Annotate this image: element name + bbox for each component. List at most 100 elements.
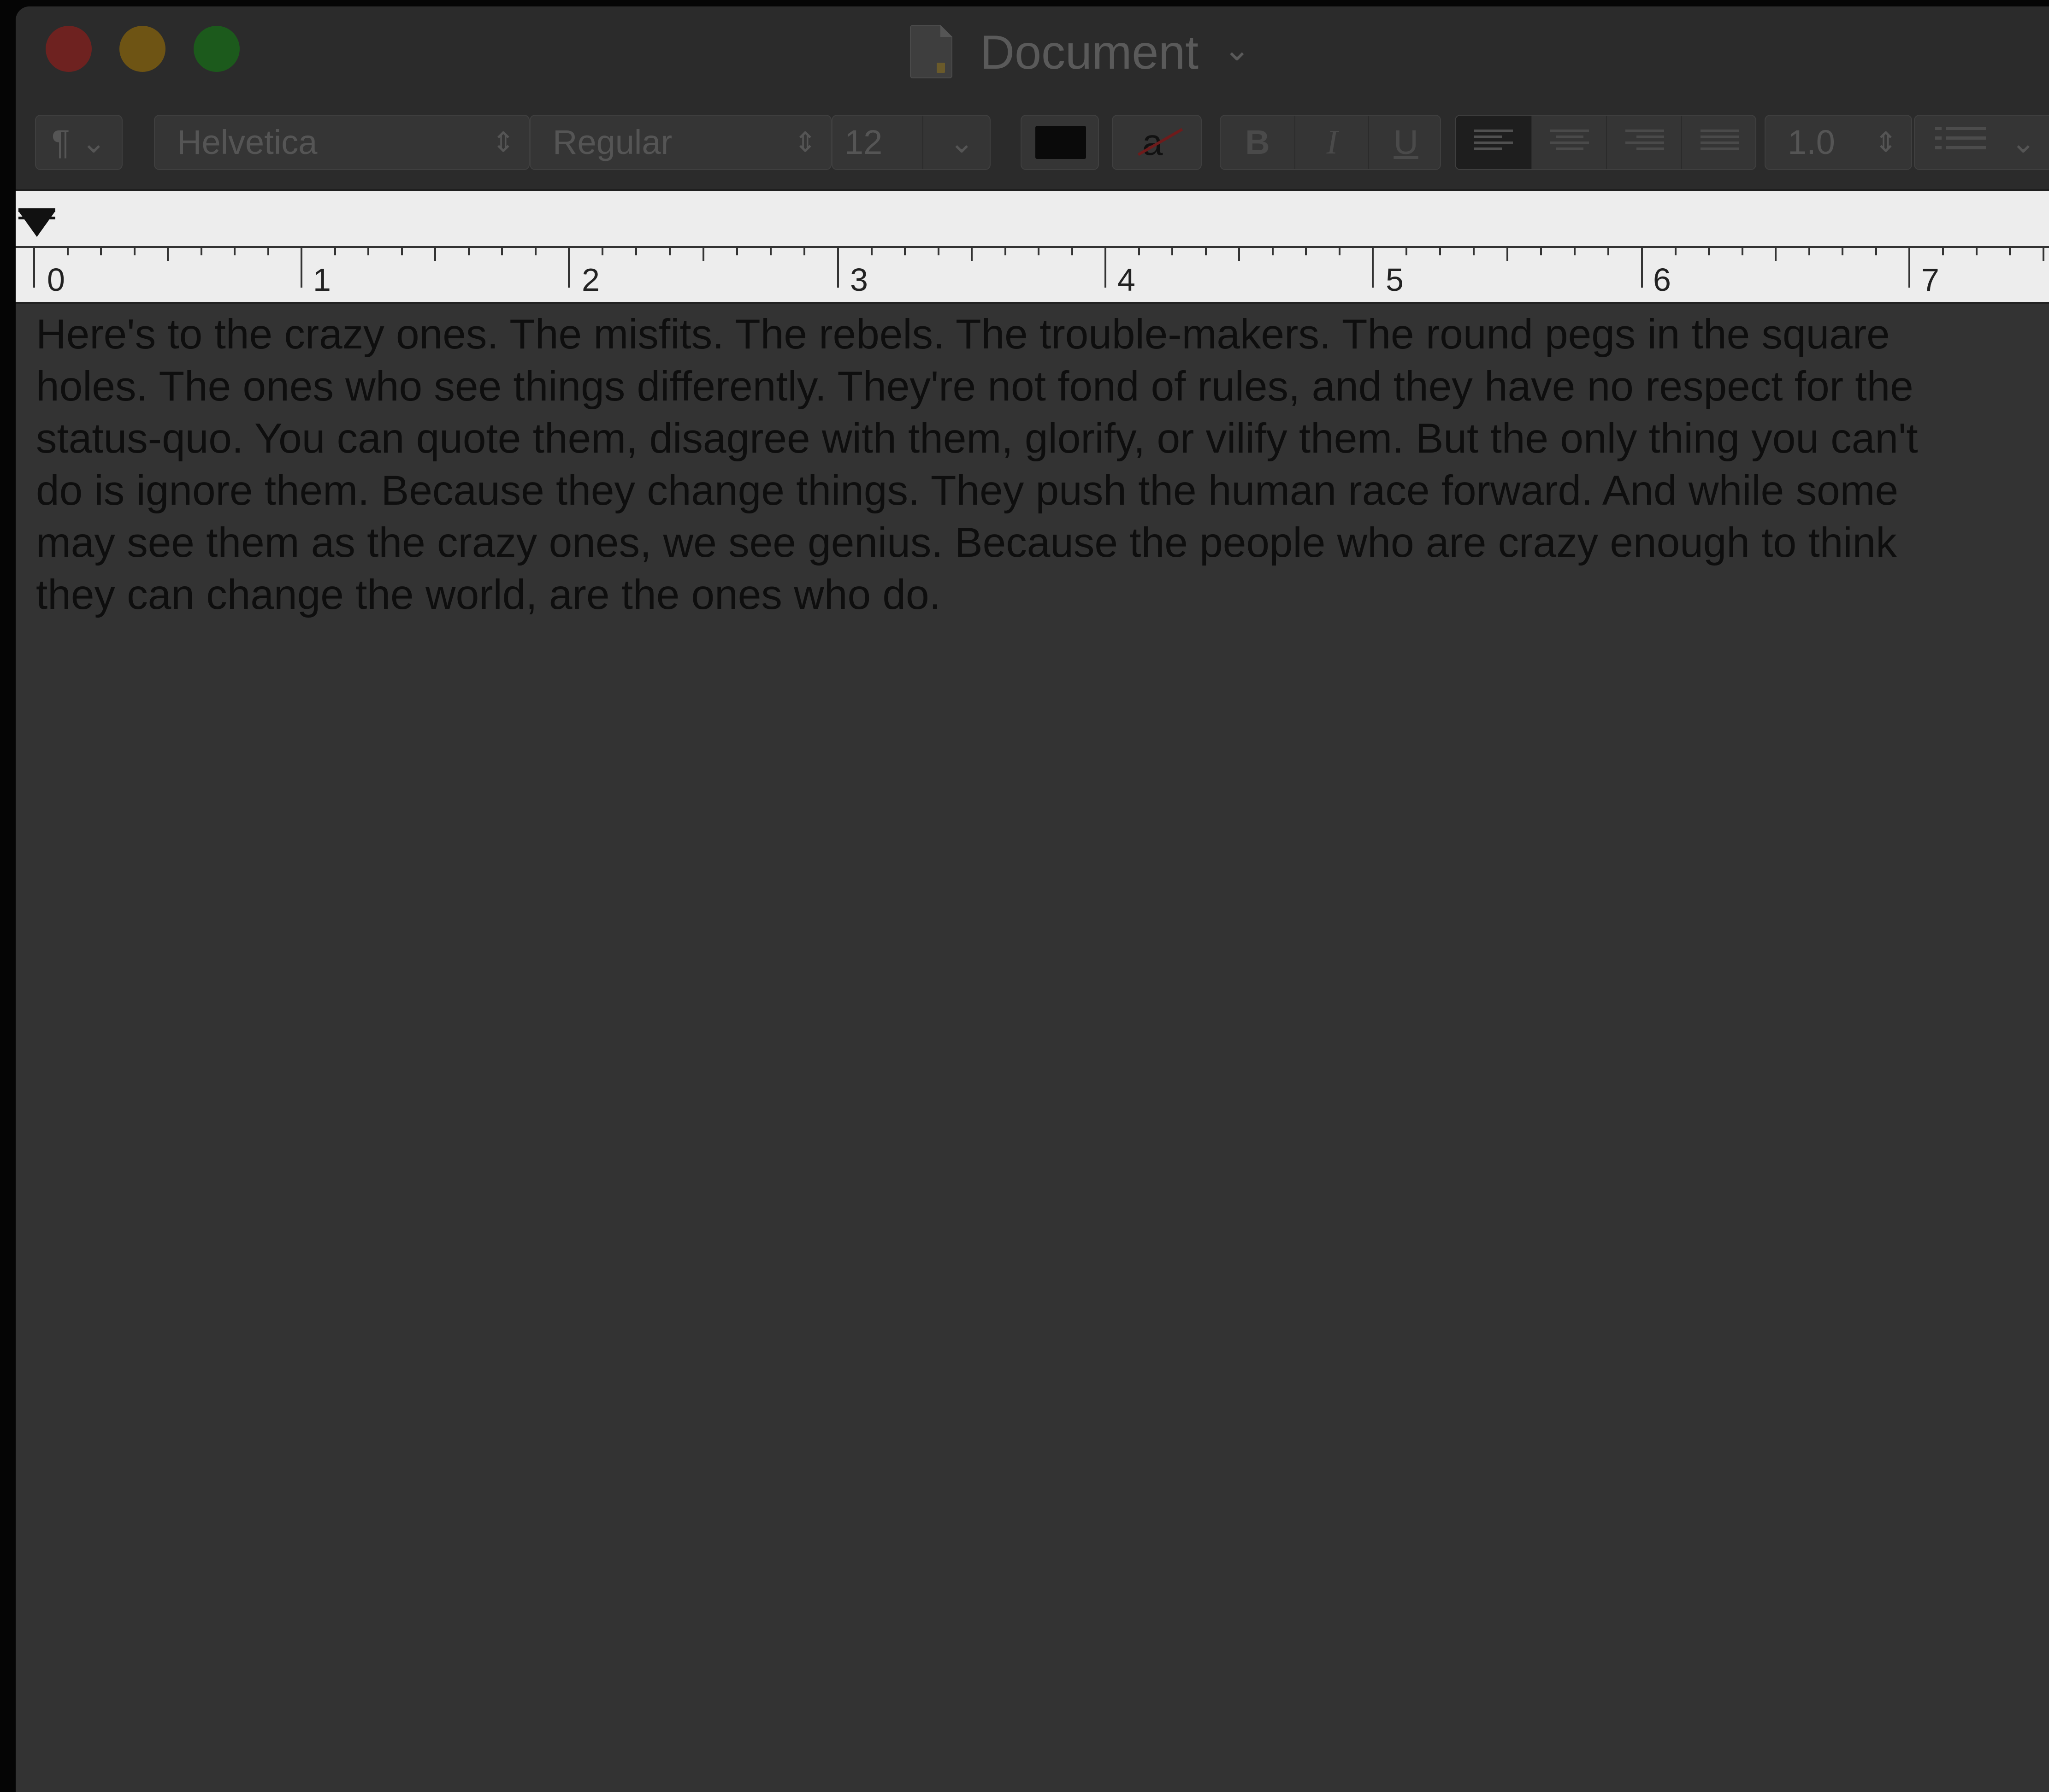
list-style-popup[interactable]: ⌄: [1914, 115, 2049, 170]
up-down-chevron-icon: ⇕: [1874, 127, 1897, 158]
ruler-minor-tick: [871, 248, 873, 255]
ruler-minor-tick: [1272, 248, 1274, 255]
ruler-label: 4: [1117, 262, 1135, 298]
ruler-minor-tick: [1675, 248, 1677, 255]
ruler-minor-tick: [1976, 248, 1978, 255]
ruler-minor-tick: [1405, 248, 1407, 255]
align-justify-icon: [1701, 130, 1739, 156]
ruler-minor-tick: [1607, 248, 1609, 255]
ruler-minor-tick: [1808, 248, 1810, 255]
alignment-segmented-control: [1455, 115, 1756, 170]
ruler-minor-tick: [134, 248, 136, 255]
ruler-minor-tick: [501, 248, 503, 255]
up-down-chevron-icon: ⇕: [793, 127, 817, 158]
ruler-label: 3: [850, 262, 868, 298]
ruler-minor-tick: [367, 248, 369, 255]
ruler-major-tick: [301, 246, 302, 288]
ruler[interactable]: 0 1 2 3 4 5 6 7: [16, 191, 2049, 304]
ruler-minor-tick: [1138, 248, 1140, 255]
ruler-minor-tick: [1038, 248, 1039, 255]
ruler-minor-tick: [1506, 248, 1508, 261]
ruler-minor-tick: [669, 248, 671, 255]
ruler-minor-tick: [100, 248, 102, 255]
ruler-label: 1: [313, 262, 331, 298]
ruler-major-tick: [837, 246, 839, 288]
align-right-icon: [1625, 130, 1664, 156]
ruler-minor-tick: [167, 248, 169, 261]
ruler-minor-tick: [635, 248, 637, 255]
ruler-minor-tick: [1473, 248, 1475, 255]
ruler-major-tick: [33, 246, 35, 288]
ruler-minor-tick: [535, 248, 537, 255]
close-window-button[interactable]: [46, 26, 92, 72]
ruler-minor-tick: [1004, 248, 1006, 255]
bullet-list-icon: [1935, 127, 1986, 159]
ruler-major-tick: [1908, 246, 1910, 288]
chevron-down-icon: ⌄: [81, 126, 106, 159]
ruler-minor-tick: [1875, 248, 1877, 255]
text-line: Here's to the crazy ones. The misfits. T…: [36, 311, 1890, 358]
font-size-combo[interactable]: 12 ⌄: [832, 115, 991, 170]
ruler-minor-tick: [1574, 248, 1576, 255]
underline-button[interactable]: U: [1368, 116, 1443, 169]
text-color-well[interactable]: [1021, 115, 1099, 170]
ruler-label: 0: [47, 262, 65, 298]
ruler-minor-tick: [1171, 248, 1173, 255]
ruler-minor-tick: [334, 248, 336, 255]
paragraph-icon: ¶: [52, 123, 70, 161]
chevron-down-icon: ⌄: [2011, 126, 2036, 159]
ruler-minor-tick: [971, 248, 973, 261]
ruler-major-tick: [1372, 246, 1374, 288]
window-title: Document: [980, 26, 1199, 79]
document-icon: [910, 25, 952, 78]
ruler-minor-tick: [1942, 248, 1944, 255]
title-bar[interactable]: Document ⌄: [16, 6, 2049, 92]
ruler-minor-tick: [1205, 248, 1207, 255]
ruler-minor-tick: [703, 248, 704, 261]
ruler-minor-tick: [1842, 248, 1843, 255]
bold-button[interactable]: B: [1221, 116, 1294, 169]
paragraph-style-popup[interactable]: ¶ ⌄: [35, 115, 123, 170]
ruler-label: 2: [582, 262, 600, 298]
ruler-minor-tick: [938, 248, 939, 255]
ruler-label: 7: [1921, 262, 1939, 298]
align-center-button[interactable]: [1531, 116, 1607, 169]
ruler-label: 5: [1386, 262, 1404, 298]
font-family-popup[interactable]: Helvetica ⇕: [154, 115, 530, 170]
font-size-value[interactable]: 12: [844, 116, 882, 169]
up-down-chevron-icon: ⇕: [491, 127, 515, 158]
ruler-minor-tick: [1071, 248, 1073, 255]
chevron-down-icon[interactable]: ⌄: [949, 116, 974, 169]
zoom-window-button[interactable]: [194, 26, 240, 72]
ruler-minor-tick: [803, 248, 805, 255]
text-line: holes. The ones who see things different…: [36, 363, 1913, 410]
minimize-window-button[interactable]: [119, 26, 165, 72]
align-left-icon: [1474, 130, 1513, 156]
font-family-value: Helvetica: [177, 123, 318, 161]
format-toolbar: ¶ ⌄ Helvetica ⇕ Regular ⇕ 12 ⌄ a B I U 1…: [16, 92, 2049, 191]
ruler-major-tick: [568, 246, 570, 288]
chevron-down-icon[interactable]: ⌄: [1223, 33, 1251, 65]
align-left-button[interactable]: [1456, 116, 1531, 169]
ruler-minor-tick: [1540, 248, 1542, 255]
ruler-label: 6: [1653, 262, 1671, 298]
text-background-color-button[interactable]: a: [1112, 115, 1202, 170]
document-text-view[interactable]: Here's to the crazy ones. The misfits. T…: [16, 304, 2049, 1792]
text-line: do is ignore them. Because they change t…: [36, 467, 1899, 514]
ruler-minor-tick: [1238, 248, 1240, 261]
ruler-minor-tick: [770, 248, 772, 255]
text-line: status-quo. You can quote them, disagree…: [36, 415, 1918, 462]
ruler-minor-tick: [468, 248, 470, 255]
ruler-minor-tick: [2009, 248, 2011, 255]
ruler-minor-tick: [67, 248, 69, 255]
line-spacing-popup[interactable]: 1.0 ⇕: [1765, 115, 1912, 170]
ruler-minor-tick: [1708, 248, 1710, 255]
align-right-button[interactable]: [1606, 116, 1682, 169]
ruler-minor-tick: [1742, 248, 1743, 255]
textedit-window: Document ⌄ ¶ ⌄ Helvetica ⇕ Regular ⇕ 12 …: [16, 6, 2049, 1792]
ruler-minor-tick: [736, 248, 738, 255]
align-justify-button[interactable]: [1681, 116, 1757, 169]
document-body[interactable]: Here's to the crazy ones. The misfits. T…: [36, 308, 2049, 621]
font-style-popup[interactable]: Regular ⇕: [530, 115, 832, 170]
italic-button[interactable]: I: [1294, 116, 1369, 169]
